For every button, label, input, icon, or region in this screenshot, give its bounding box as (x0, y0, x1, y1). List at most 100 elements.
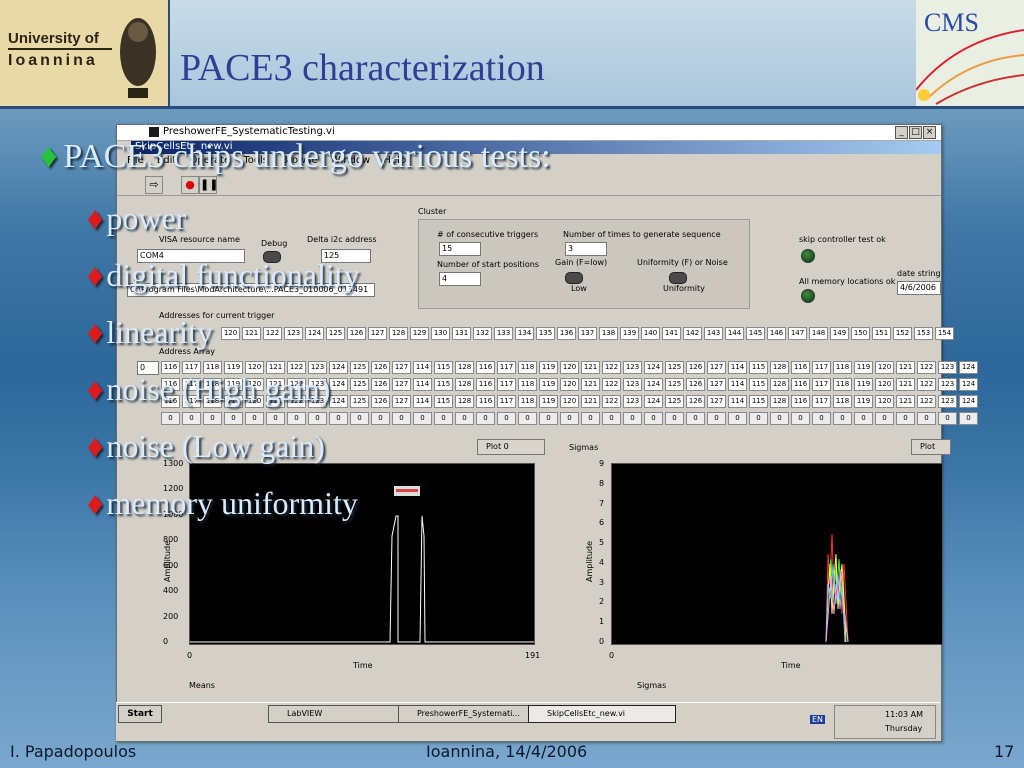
address-cell: 139 (620, 327, 639, 340)
array-row-empty: 000000000000000000000000000000000000000 (161, 412, 978, 425)
footer-author: I. Papadopoulos (10, 742, 137, 761)
array-cell: 123 (623, 378, 642, 391)
array-cell: 0 (161, 412, 180, 425)
main-bullet-text: PACE3 chips undergo various tests: (63, 138, 551, 175)
red-diamond-icon: ♦ (87, 200, 104, 236)
sub-bullet-text: digital functionality (106, 257, 360, 293)
gain-toggle[interactable] (565, 272, 583, 284)
array-cell: 122 (917, 361, 936, 374)
y-tick-label: 400 (163, 586, 179, 596)
date-field[interactable]: 4/6/2006 (897, 281, 941, 295)
address-cell: 153 (914, 327, 933, 340)
system-tray: 11:03 AM Thursday (834, 705, 936, 739)
slide-title: PACE3 characterization (180, 47, 545, 89)
pause-button[interactable]: ❚❚ (199, 176, 218, 194)
red-diamond-icon: ♦ (87, 485, 104, 521)
language-indicator[interactable]: EN (810, 715, 826, 724)
array-cell: 124 (329, 378, 348, 391)
array-cell: 125 (350, 361, 369, 374)
close-button[interactable]: × (923, 126, 936, 139)
sub-bullet-power: ♦power (87, 200, 186, 237)
address-cell: 147 (788, 327, 807, 340)
task-labview[interactable]: LabVIEW (268, 705, 416, 723)
array-cell: 120 (875, 361, 894, 374)
array-cell: 128 (770, 378, 789, 391)
array-cell: 127 (392, 378, 411, 391)
start-button[interactable]: Start (118, 705, 162, 723)
array-cell: 123 (623, 395, 642, 408)
array-cell: 0 (203, 412, 222, 425)
uniformity-toggle[interactable] (669, 272, 687, 284)
array-cell: 116 (791, 395, 810, 408)
abort-button[interactable]: ● (181, 176, 199, 194)
consec-triggers-field[interactable]: 15 (439, 242, 481, 256)
array-cell: 115 (749, 361, 768, 374)
start-positions-field[interactable]: 4 (439, 272, 481, 286)
sigmas-xtick-0: 0 (609, 651, 615, 660)
array-cell: 124 (644, 395, 663, 408)
array-cell: 119 (854, 378, 873, 391)
owl-emblem-icon (120, 18, 156, 98)
task-skipcells[interactable]: SkipCellsEtc_new.vi (528, 705, 676, 723)
windows-taskbar: Start LabVIEW PreshowerFE_Systemati... S… (116, 702, 940, 741)
sub-bullet-noise-high: ♦noise (High gain) (87, 371, 330, 408)
y-tick-label: 3 (599, 577, 605, 587)
maximize-button[interactable]: □ (909, 126, 922, 139)
sub-bullet-memory: ♦memory uniformity (87, 485, 358, 522)
array-cell: 121 (581, 395, 600, 408)
array-cell: 126 (686, 361, 705, 374)
array-cell: 122 (917, 378, 936, 391)
address-cell: 138 (599, 327, 618, 340)
array-cell: 117 (812, 378, 831, 391)
array-cell: 0 (287, 412, 306, 425)
array-cell: 119 (539, 395, 558, 408)
task-preshower[interactable]: PreshowerFE_Systemati... (398, 705, 546, 723)
address-cell: 144 (725, 327, 744, 340)
array-cell: 127 (707, 378, 726, 391)
array-cell: 125 (350, 395, 369, 408)
y-tick-label: 0 (599, 637, 605, 646)
sigmas-plot-area[interactable] (611, 463, 943, 645)
array-cell: 114 (413, 378, 432, 391)
array-cell: 118 (518, 395, 537, 408)
address-cell: 148 (809, 327, 828, 340)
array-cell: 0 (329, 412, 348, 425)
times-field[interactable]: 3 (565, 242, 607, 256)
array-cell: 127 (707, 361, 726, 374)
footer-place-date: Ioannina, 14/4/2006 (426, 742, 588, 761)
minimize-button[interactable]: _ (895, 126, 908, 139)
address-cell: 142 (683, 327, 702, 340)
array-cell: 0 (854, 412, 873, 425)
skip-ok-led (801, 249, 815, 263)
array-cell: 0 (371, 412, 390, 425)
clock-day: Thursday (885, 724, 923, 733)
array-cell: 0 (938, 412, 957, 425)
array-cell: 121 (896, 395, 915, 408)
address-cell: 137 (578, 327, 597, 340)
array-cell: 114 (413, 395, 432, 408)
address-cell: 131 (452, 327, 471, 340)
array-cell: 0 (665, 412, 684, 425)
skip-ok-label: skip controller test ok (799, 235, 886, 244)
array-cell: 116 (791, 378, 810, 391)
array-cell: 128 (455, 361, 474, 374)
y-tick-label: 200 (163, 611, 179, 621)
debug-label: Debug (261, 239, 288, 248)
array-cell: 122 (602, 378, 621, 391)
sigmas-plot-title: Sigmas (569, 443, 599, 452)
array-cell: 0 (770, 412, 789, 425)
footer-page-number: 17 (994, 742, 1015, 761)
university-logo: University of Ioannina (0, 0, 170, 106)
run-arrow-icon[interactable]: ⇨ (145, 176, 163, 194)
array-cell: 122 (602, 361, 621, 374)
sub-bullet-text: noise (High gain) (106, 371, 331, 407)
sub-bullet-text: linearity (106, 314, 213, 350)
means-xtick-191: 191 (525, 651, 541, 660)
sub-bullet-digital: ♦digital functionality (87, 257, 360, 294)
addresses-row: 120 121 122 123 124 125 126 127 128 129 130 131 132 1… (221, 327, 954, 340)
array-cell: 0 (896, 412, 915, 425)
clock-time[interactable]: 11:03 AM (885, 710, 923, 719)
address-cell: 128 (389, 327, 408, 340)
array-cell: 125 (665, 378, 684, 391)
times-label: Number of times to generate sequence (563, 230, 721, 239)
